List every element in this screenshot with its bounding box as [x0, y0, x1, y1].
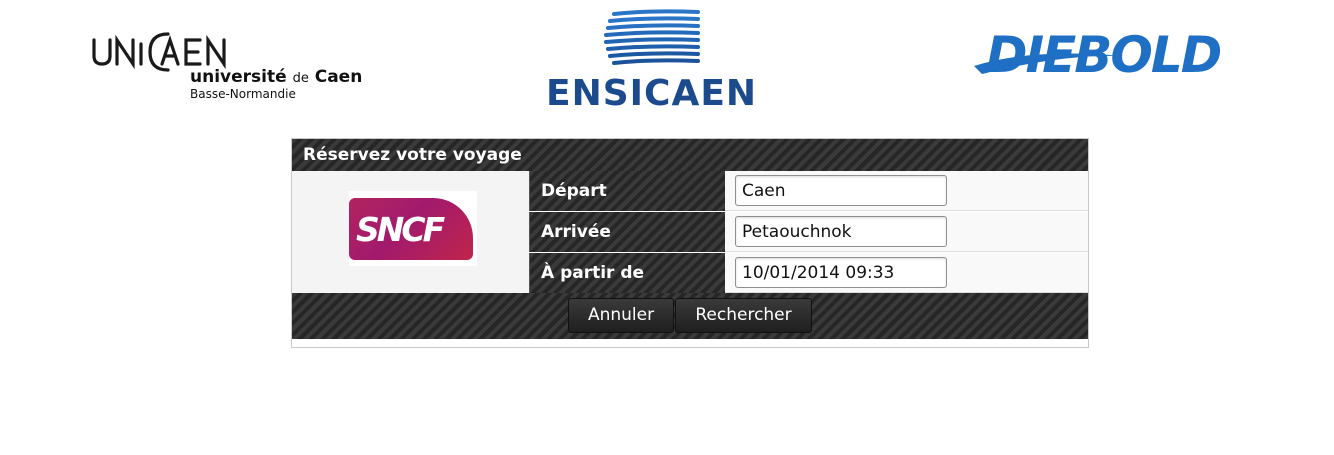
unicaen-region: Basse-Normandie — [190, 87, 296, 101]
sncf-logo: SNCF — [349, 191, 477, 266]
arrival-row: Arrivée — [529, 212, 1088, 252]
search-button[interactable]: Rechercher — [675, 298, 812, 333]
arrival-label: Arrivée — [529, 212, 725, 252]
unicaen-subtitle: université de Caen — [190, 69, 362, 86]
from-date-cell — [725, 253, 1088, 293]
departure-row: Départ — [529, 171, 1088, 211]
unicaen-logo: université de Caen Basse-Normandie — [90, 22, 362, 107]
departure-label: Départ — [529, 171, 725, 211]
unicaen-university: université — [190, 67, 287, 87]
page: université de Caen Basse-Normandie ENSIC… — [0, 0, 1334, 455]
sncf-logo-text: SNCF — [356, 210, 445, 249]
from-date-label: À partir de — [529, 253, 725, 293]
booking-title: Réservez votre voyage — [292, 139, 1088, 171]
unicaen-city: Caen — [314, 67, 363, 87]
arrival-input[interactable] — [735, 216, 947, 247]
booking-actions: Annuler Rechercher — [292, 293, 1088, 339]
ensicaen-wordmark: ENSICAEN — [546, 73, 758, 114]
departure-cell — [725, 171, 1088, 211]
from-date-input[interactable] — [735, 257, 947, 288]
from-date-row: À partir de — [529, 253, 1088, 293]
departure-input[interactable] — [735, 175, 947, 206]
unicaen-de: de — [292, 71, 309, 86]
ensicaen-logo: ENSICAEN — [546, 8, 762, 114]
ensicaen-wave-icon — [604, 9, 700, 65]
diebold-logo: DIEBOLD — [972, 28, 1262, 88]
booking-panel: Réservez votre voyage SNCF Départ Arrivé… — [291, 138, 1089, 348]
diebold-wordmark: DIEBOLD — [986, 26, 1222, 84]
partner-logo-cell: SNCF — [292, 171, 529, 293]
cancel-button[interactable]: Annuler — [568, 298, 674, 333]
arrival-cell — [725, 212, 1088, 252]
